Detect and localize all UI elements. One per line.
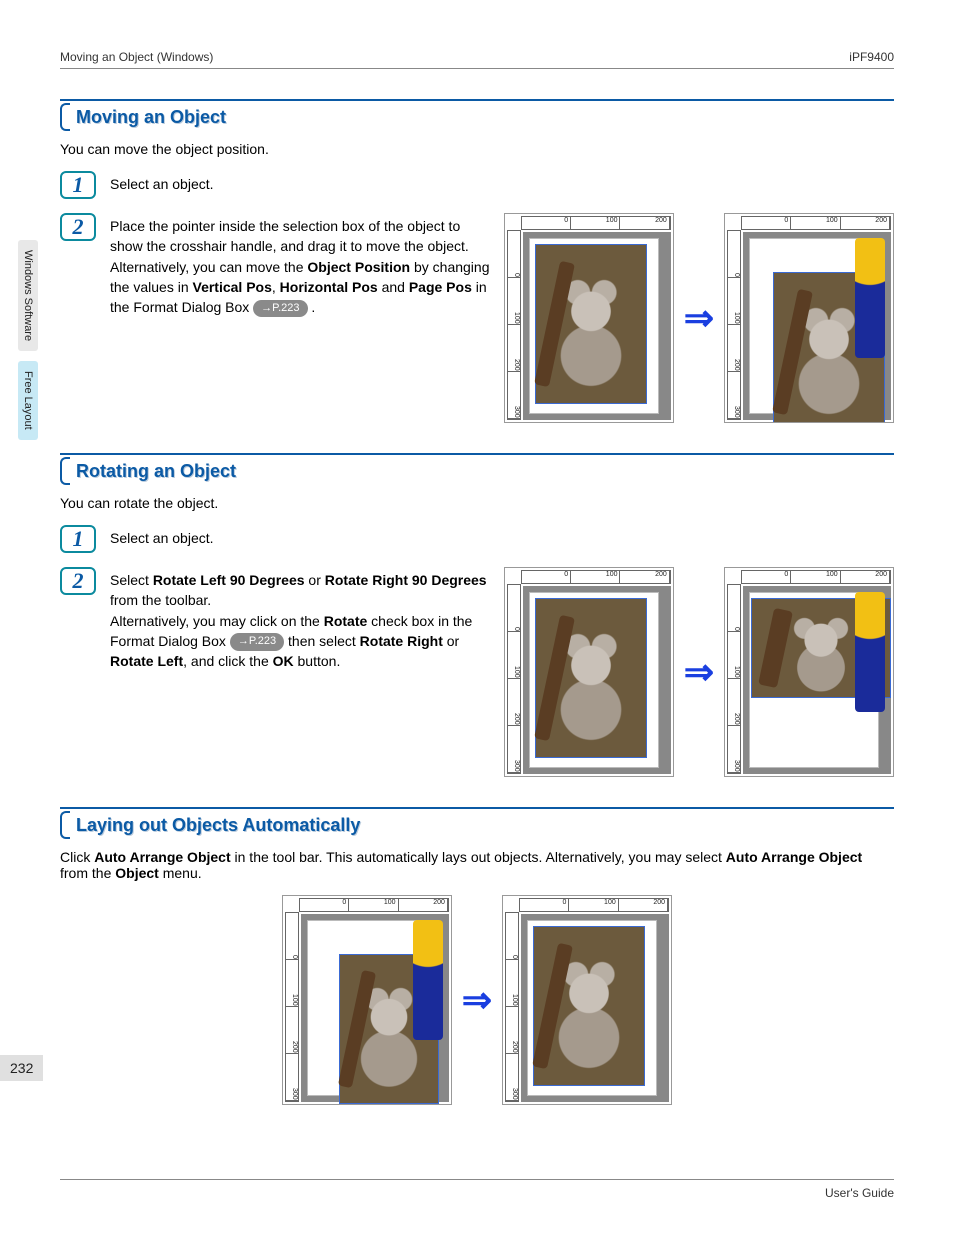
bracket-icon: [60, 457, 70, 485]
moving-intro: You can move the object position.: [60, 141, 894, 157]
moving-step-1: 1 Select an object.: [60, 171, 894, 199]
side-tab-free-layout[interactable]: Free Layout: [18, 361, 38, 440]
rotating-figure-before: 0100200 0100200300: [504, 567, 674, 777]
page-ref-link[interactable]: →P.223: [253, 300, 307, 318]
section-rotating: Rotating an Object You can rotate the ob…: [60, 453, 894, 777]
rotating-intro: You can rotate the object.: [60, 495, 894, 511]
section-title-auto: Laying out Objects Automatically: [76, 815, 360, 836]
flower-vase-image: [413, 920, 443, 1040]
side-tabs: Windows Software Free Layout: [18, 240, 38, 440]
moving-figure-before: 0100200 0100200300: [504, 213, 674, 423]
rotating-figure-pair: 0100200 0100200300 ⇒ 0100200 0100200300: [504, 567, 894, 777]
bracket-icon: [60, 811, 70, 839]
arrow-icon: ⇒: [684, 651, 714, 693]
flower-vase-image: [855, 592, 885, 712]
rotating-step-2: 2 Select Rotate Left 90 Degrees or Rotat…: [60, 567, 894, 777]
section-moving: Moving an Object You can move the object…: [60, 99, 894, 423]
bracket-icon: [60, 103, 70, 131]
flower-vase-image: [855, 238, 885, 358]
rotating-step-1-text: Select an object.: [110, 525, 894, 548]
auto-figure-before: 0100200 0100200300: [282, 895, 452, 1105]
arrow-icon: ⇒: [684, 297, 714, 339]
arrow-icon: ⇒: [462, 979, 492, 1021]
auto-intro: Click Auto Arrange Object in the tool ba…: [60, 849, 894, 881]
koala-image: [533, 926, 645, 1086]
page-ref-link[interactable]: →P.223: [230, 633, 284, 651]
page-number: 232: [0, 1055, 43, 1081]
header-right: iPF9400: [849, 50, 894, 64]
step-number-badge: 1: [60, 525, 96, 553]
moving-step-2-text: Place the pointer inside the selection b…: [110, 213, 492, 317]
section-title-rotating: Rotating an Object: [76, 461, 236, 482]
step-number-badge: 1: [60, 171, 96, 199]
auto-figure-after: 0100200 0100200300: [502, 895, 672, 1105]
page-header: Moving an Object (Windows) iPF9400: [60, 50, 894, 69]
step-number-badge: 2: [60, 213, 96, 241]
side-tab-windows-software[interactable]: Windows Software: [18, 240, 38, 351]
moving-step-1-text: Select an object.: [110, 171, 894, 194]
header-left: Moving an Object (Windows): [60, 50, 213, 64]
section-title-moving: Moving an Object: [76, 107, 226, 128]
step-number-badge: 2: [60, 567, 96, 595]
moving-figure-after: 0100200 0100200300: [724, 213, 894, 423]
moving-step-2: 2 Place the pointer inside the selection…: [60, 213, 894, 423]
rotating-figure-after: 0100200 0100200300: [724, 567, 894, 777]
section-auto-layout: Laying out Objects Automatically Click A…: [60, 807, 894, 1105]
auto-figure-pair: 0100200 0100200300 ⇒ 0100200 0100200300: [60, 895, 894, 1105]
koala-image: [535, 244, 647, 404]
koala-image: [535, 598, 647, 758]
page-footer: User's Guide: [60, 1179, 894, 1200]
rotating-step-2-text: Select Rotate Left 90 Degrees or Rotate …: [110, 567, 492, 671]
rotating-step-1: 1 Select an object.: [60, 525, 894, 553]
moving-figure-pair: 0100200 0100200300 ⇒ 0100200 0100200300: [504, 213, 894, 423]
